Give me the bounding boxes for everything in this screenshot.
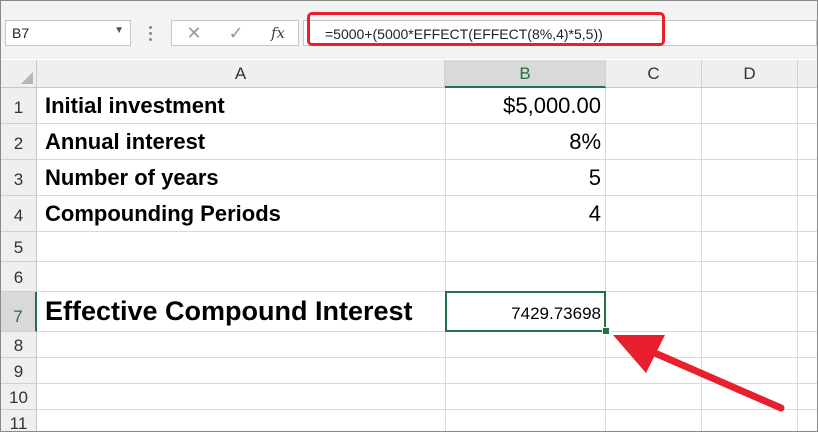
excel-window: B7 ▼ ✕ ✓ fx =5000+(5000*EFFECT(EFFECT(8%…: [0, 0, 818, 432]
arrow-shaft: [637, 343, 785, 412]
annotation-arrow: [613, 335, 785, 412]
